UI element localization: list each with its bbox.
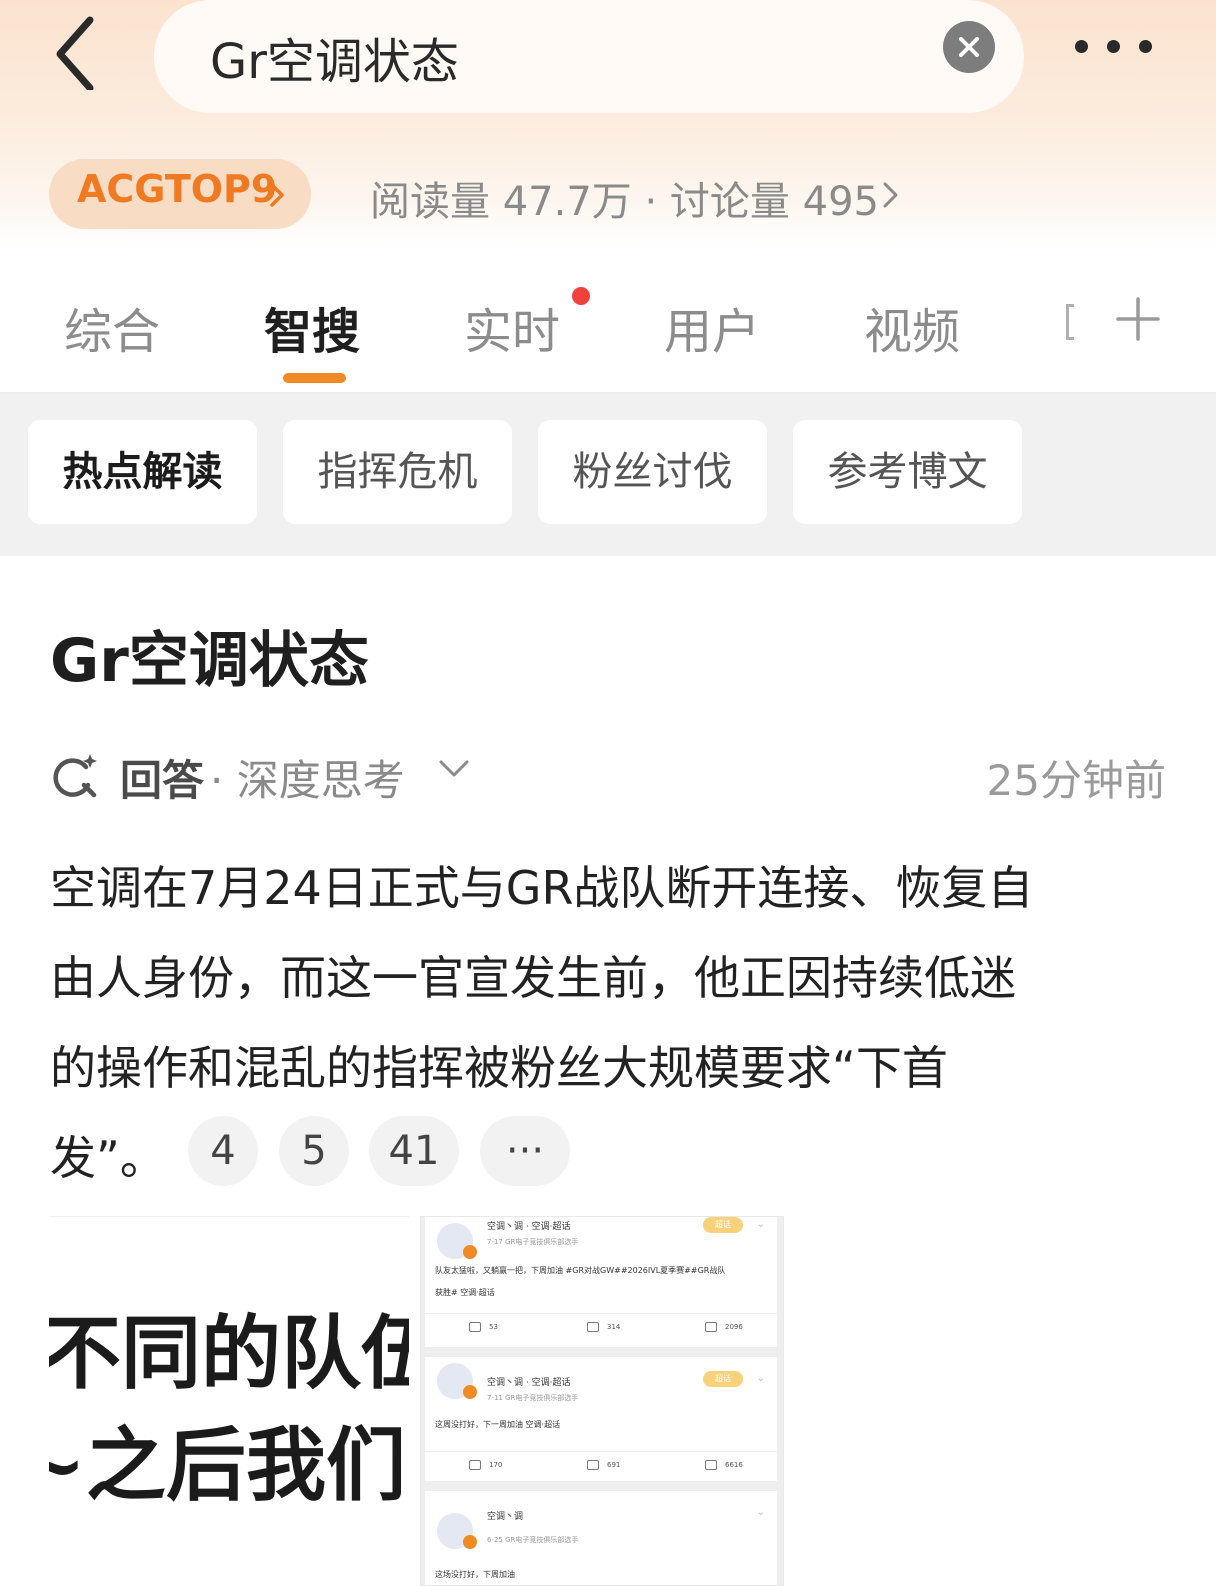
supertopic-tag: 超话: [703, 1217, 743, 1233]
more-dot: [1139, 40, 1152, 53]
post-actions: 170 691 6616: [425, 1451, 777, 1481]
post-actions: 53 314 2096: [425, 1313, 777, 1343]
topic-chips: 热点解读 指挥危机 粉丝讨伐 参考博文: [0, 394, 1216, 556]
close-icon: [959, 37, 979, 57]
chevron-right-icon: [883, 182, 898, 208]
ai-answer-icon: [53, 754, 97, 798]
more-dot: [1107, 40, 1120, 53]
supertopic-tag: 超话: [703, 1371, 743, 1387]
back-arrow-icon: [56, 16, 94, 92]
post-author: 空调丶调 · 空调·超话: [487, 1378, 571, 1388]
chip-reference-posts[interactable]: 参考博文: [793, 420, 1022, 524]
like-count: 2096: [705, 1322, 743, 1332]
new-content-dot: [572, 287, 590, 305]
post-text: 这场没打好，下周加油: [435, 1570, 515, 1579]
comment-icon: [587, 1460, 599, 1470]
search-input[interactable]: Gr空调状态: [154, 0, 1024, 113]
tab-realtime[interactable]: 实时: [464, 292, 560, 362]
add-tab-button[interactable]: [1114, 295, 1162, 343]
chevron-down-icon: ⌄: [756, 1219, 765, 1230]
tab-overflow-partial: [1066, 304, 1074, 340]
image-text: ~之后我们: [49, 1418, 407, 1512]
reference-chip[interactable]: 41: [369, 1116, 459, 1186]
tab-users[interactable]: 用户: [664, 292, 760, 362]
embedded-post: 空调丶调 · 空调·超话 7-11 GR电子竞技俱乐部选手 超话 ⌄ 这周没打好…: [425, 1357, 777, 1481]
embedded-post: 空调丶调 6-25 GR电子竞技俱乐部选手 ⌄ 这场没打好，下周加油: [425, 1491, 777, 1585]
verified-icon: [463, 1245, 477, 1259]
chip-hot-interpretation[interactable]: 热点解读: [28, 420, 257, 524]
answer-line: 的操作和混乱的指挥被粉丝大规模要求“下首: [50, 1041, 948, 1095]
chip-command-crisis[interactable]: 指挥危机: [283, 420, 512, 524]
topic-header: Gr空调状态 ACGTOP9 阅读量 47.7万 · 讨论量 495: [0, 0, 1216, 250]
answer-timestamp: 25分钟前: [986, 756, 1166, 805]
more-options-button[interactable]: [1075, 30, 1159, 64]
verified-icon: [463, 1385, 477, 1399]
answer-meta: 回答 · 深度思考 25分钟前: [50, 745, 1166, 805]
plus-icon: [1116, 297, 1160, 341]
comment-count: 314: [587, 1322, 620, 1332]
repost-icon: [469, 1322, 481, 1332]
answer-title: Gr空调状态: [50, 626, 369, 696]
like-count: 6616: [705, 1460, 743, 1470]
post-text: 获胜# 空调·超话: [435, 1288, 495, 1297]
post-meta: 6-25 GR电子竞技俱乐部选手: [487, 1536, 579, 1544]
embedded-post: 空调丶调 · 空调·超话 7-17 GR电子竞技俱乐部选手 超话 ⌄ 队友太猛啦…: [425, 1217, 777, 1347]
chevron-down-icon: ⌄: [756, 1373, 765, 1384]
repost-count: 170: [469, 1460, 502, 1470]
answer-line: 由人身份，而这一官宣发生前，他正因持续低迷: [50, 951, 1016, 1005]
ranking-badge[interactable]: ACGTOP9: [49, 159, 311, 229]
answer-label: 回答: [120, 756, 205, 805]
active-tab-indicator: [283, 373, 346, 383]
chip-fan-backlash[interactable]: 粉丝讨伐: [538, 420, 767, 524]
post-text: 这周没打好，下一周加油 空调·超话: [435, 1420, 561, 1429]
answer-line: 空调在7月24日正式与GR战队断开连接、恢复自: [50, 861, 1034, 915]
comment-count: 691: [587, 1460, 620, 1470]
comment-icon: [587, 1322, 599, 1332]
verified-icon: [463, 1535, 477, 1549]
answer-image-1[interactable]: 不同的队伍, ~之后我们: [49, 1216, 409, 1586]
thumbs-up-icon: [705, 1460, 717, 1470]
chevron-right-icon: [270, 183, 284, 207]
post-meta: 7-11 GR电子竞技俱乐部选手: [487, 1394, 579, 1402]
ranking-badge-label: ACGTOP9: [77, 167, 278, 211]
tab-videos[interactable]: 视频: [864, 292, 960, 362]
search-query: Gr空调状态: [210, 34, 459, 90]
image-text: 不同的队伍,: [49, 1306, 409, 1400]
post-author: 空调丶调 · 空调·超话: [487, 1222, 571, 1232]
topic-stats[interactable]: 阅读量 47.7万 · 讨论量 495: [370, 169, 879, 227]
more-dots-icon: [1075, 40, 1088, 53]
more-references-button[interactable]: ···: [480, 1116, 570, 1186]
thumbs-up-icon: [705, 1322, 717, 1332]
post-meta: 7-17 GR电子竞技俱乐部选手: [487, 1238, 579, 1246]
repost-icon: [469, 1460, 481, 1470]
tab-comprehensive[interactable]: 综合: [64, 292, 160, 362]
reference-chip[interactable]: 4: [188, 1116, 258, 1186]
clear-search-button[interactable]: [943, 21, 995, 73]
search-tabs: 综合 智搜 实时 用户 视频: [0, 260, 1216, 394]
post-author: 空调丶调: [487, 1512, 524, 1522]
repost-count: 53: [469, 1322, 498, 1332]
post-text: 队友太猛啦，又躺赢一把，下周加油 #GR对战GW##2026IVL夏季赛##GR…: [435, 1266, 726, 1275]
chevron-down-icon[interactable]: [438, 759, 470, 779]
back-button[interactable]: [48, 10, 108, 92]
tab-smart-search[interactable]: 智搜: [264, 292, 360, 362]
thinking-mode-selector[interactable]: · 深度思考: [210, 747, 405, 808]
chevron-down-icon: ⌄: [756, 1507, 765, 1518]
answer-image-2[interactable]: 空调丶调 · 空调·超话 7-17 GR电子竞技俱乐部选手 超话 ⌄ 队友太猛啦…: [420, 1216, 784, 1586]
reference-chip[interactable]: 5: [279, 1116, 349, 1186]
